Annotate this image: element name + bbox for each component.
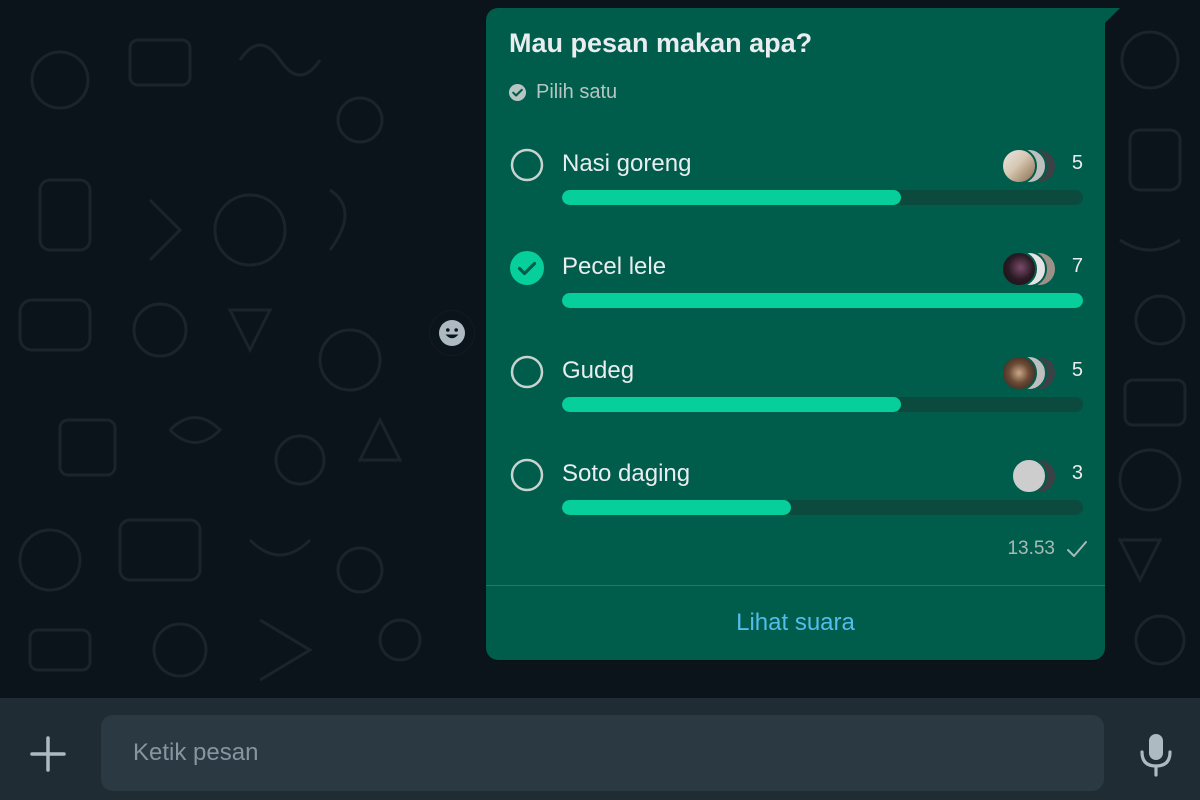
poll-selection-hint: Pilih satu	[508, 81, 617, 104]
poll-option-label: Gudeg	[562, 357, 635, 384]
radio-icon[interactable]	[510, 148, 544, 182]
poll-option-count: 3	[1071, 462, 1083, 484]
message-composer	[0, 698, 1200, 800]
poll-option-bar-fill	[562, 293, 1083, 308]
voter-avatars[interactable]	[1001, 148, 1061, 184]
bubble-tail	[1104, 8, 1120, 24]
check-circle-icon	[508, 83, 527, 102]
single-check-icon	[1067, 541, 1087, 557]
poll-option-label: Pecel lele	[562, 253, 667, 280]
mic-icon[interactable]	[1136, 732, 1176, 778]
poll-option-bar-fill	[562, 190, 901, 205]
message-input[interactable]	[101, 715, 1104, 791]
poll-option-label: Nasi goreng	[562, 150, 692, 177]
poll-option[interactable]: Pecel lele 7	[486, 251, 1105, 331]
avatar	[1011, 458, 1047, 494]
avatar	[1001, 148, 1037, 184]
poll-option-count: 7	[1071, 255, 1083, 277]
avatar	[1001, 251, 1037, 287]
poll-message-bubble: Mau pesan makan apa? Pilih satu Nasi gor…	[486, 8, 1105, 660]
avatar	[1001, 355, 1037, 391]
poll-option-bar	[562, 397, 1083, 412]
poll-option-count: 5	[1071, 152, 1083, 174]
poll-option-bar	[562, 500, 1083, 515]
reaction-emoji-button[interactable]	[430, 311, 474, 355]
poll-option-count: 5	[1071, 359, 1083, 381]
poll-option-label: Soto daging	[562, 460, 691, 487]
message-time: 13.53	[1007, 538, 1055, 559]
poll-hint-text: Pilih satu	[536, 81, 618, 103]
voter-avatars[interactable]	[1001, 458, 1061, 494]
voter-avatars[interactable]	[1001, 355, 1061, 391]
emoji-icon	[439, 320, 465, 346]
poll-option-bar	[562, 293, 1083, 308]
radio-icon[interactable]	[510, 355, 544, 389]
message-meta: 13.53	[1007, 538, 1089, 560]
poll-question: Mau pesan makan apa?	[509, 28, 813, 58]
view-votes-button[interactable]: Lihat suara	[486, 586, 1105, 660]
poll-option[interactable]: Gudeg 5	[486, 355, 1105, 435]
check-circle-icon[interactable]	[510, 251, 544, 285]
voter-avatars[interactable]	[1001, 251, 1061, 287]
poll-option-bar-fill	[562, 500, 792, 515]
radio-icon[interactable]	[510, 458, 544, 492]
poll-option[interactable]: Soto daging 3	[486, 458, 1105, 538]
plus-icon[interactable]	[28, 734, 68, 774]
poll-option[interactable]: Nasi goreng 5	[486, 148, 1105, 228]
poll-option-bar	[562, 190, 1083, 205]
poll-option-bar-fill	[562, 397, 901, 412]
